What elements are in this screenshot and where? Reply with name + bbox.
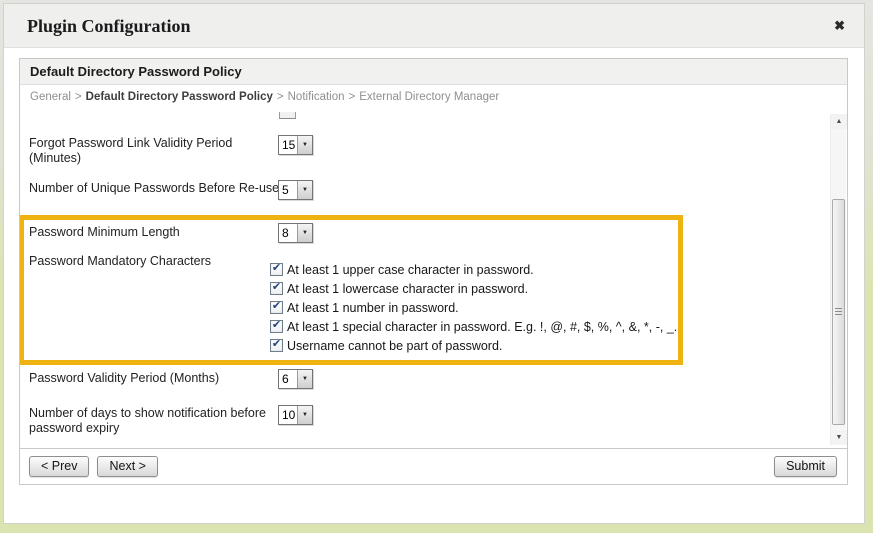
checkbox-label: At least 1 lowercase character in passwo… (287, 281, 529, 296)
forgot-password-validity-select[interactable]: 15 ▼ (278, 135, 313, 155)
select-value: 5 (282, 183, 289, 197)
close-icon[interactable]: ✖ (834, 18, 845, 34)
scroll-thumb-grip (835, 308, 842, 316)
check-icon: ✔ (271, 281, 282, 293)
chevron-down-icon[interactable]: ▼ (297, 370, 312, 388)
form-scroll-area: Forgot Password Link Validity Period (Mi… (20, 112, 847, 449)
select-value: 6 (282, 372, 289, 386)
select-value: 15 (282, 138, 296, 152)
breadcrumb-item-notification[interactable]: Notification (288, 91, 345, 103)
vertical-scrollbar[interactable]: ▲ ▼ (830, 114, 847, 445)
checkbox-checked[interactable]: ✔ (270, 339, 283, 352)
config-panel: Default Directory Password Policy Genera… (19, 58, 848, 485)
chevron-down-icon[interactable]: ▼ (297, 406, 312, 424)
chevron-down-icon[interactable]: ▼ (297, 224, 312, 242)
scroll-up-button[interactable]: ▲ (831, 114, 847, 129)
password-validity-period-select[interactable]: 6 ▼ (278, 369, 313, 389)
checkbox-checked[interactable]: ✔ (270, 263, 283, 276)
checkbox-option-lowercase: ✔ At least 1 lowercase character in pass… (270, 279, 528, 298)
scroll-thumb[interactable] (832, 199, 845, 425)
scroll-down-icon: ▼ (835, 434, 843, 441)
breadcrumb-item-external-directory-manager[interactable]: External Directory Manager (359, 91, 499, 103)
check-icon: ✔ (271, 262, 282, 274)
next-button[interactable]: Next > (97, 456, 158, 477)
checkbox-checked[interactable]: ✔ (270, 282, 283, 295)
breadcrumb-separator: > (74, 91, 82, 103)
check-icon: ✔ (271, 319, 282, 331)
password-minimum-length-select[interactable]: 8 ▼ (278, 223, 313, 243)
checkbox-label: At least 1 upper case character in passw… (287, 262, 534, 277)
scroll-down-button[interactable]: ▼ (831, 430, 847, 445)
page-title: Plugin Configuration (27, 16, 191, 36)
unique-passwords-select[interactable]: 5 ▼ (278, 180, 313, 200)
button-bar: < Prev Next > Submit (20, 449, 847, 484)
submit-button[interactable]: Submit (774, 456, 837, 477)
notification-days-select[interactable]: 10 ▼ (278, 405, 313, 425)
chevron-down-icon[interactable]: ▼ (297, 181, 312, 199)
field-label-password-validity-period: Password Validity Period (Months) (29, 371, 220, 385)
checkbox-option-uppercase: ✔ At least 1 upper case character in pas… (270, 260, 534, 279)
checkbox-option-number: ✔ At least 1 number in password. (270, 298, 459, 317)
checkbox-label: At least 1 number in password. (287, 300, 459, 315)
checkbox-option-special-character: ✔ At least 1 special character in passwo… (270, 317, 677, 336)
plugin-configuration-dialog: Plugin Configuration ✖ Default Directory… (3, 3, 865, 524)
breadcrumb-separator: > (348, 91, 356, 103)
field-label-unique-passwords: Number of Unique Passwords Before Re-use (29, 181, 280, 195)
panel-title: Default Directory Password Policy (20, 59, 847, 85)
prev-button[interactable]: < Prev (29, 456, 90, 477)
select-value: 8 (282, 226, 289, 240)
select-value: 10 (282, 408, 296, 422)
breadcrumb-item-default-directory-password-policy[interactable]: Default Directory Password Policy (86, 91, 273, 103)
field-label-notification-days: Number of days to show notification befo… (29, 406, 266, 435)
checkbox-label: At least 1 special character in password… (287, 319, 678, 334)
field-label-password-mandatory-characters: Password Mandatory Characters (29, 254, 212, 268)
breadcrumb-separator: > (276, 91, 284, 103)
breadcrumb: General > Default Directory Password Polic… (20, 85, 847, 112)
checkbox-option-username: ✔ Username cannot be part of password. (270, 336, 502, 355)
field-label-password-minimum-length: Password Minimum Length (29, 225, 180, 239)
field-label-forgot-password-validity: Forgot Password Link Validity Period (Mi… (29, 136, 233, 165)
chevron-down-icon[interactable]: ▼ (297, 136, 312, 154)
dialog-header: Plugin Configuration ✖ (4, 4, 864, 48)
breadcrumb-item-general[interactable]: General (30, 91, 71, 103)
checkbox-checked[interactable]: ✔ (270, 301, 283, 314)
clipped-select-fragment (279, 112, 296, 119)
checkbox-checked[interactable]: ✔ (270, 320, 283, 333)
scroll-up-icon: ▲ (835, 118, 843, 125)
check-icon: ✔ (271, 338, 282, 350)
checkbox-label: Username cannot be part of password. (287, 338, 503, 353)
check-icon: ✔ (271, 300, 282, 312)
